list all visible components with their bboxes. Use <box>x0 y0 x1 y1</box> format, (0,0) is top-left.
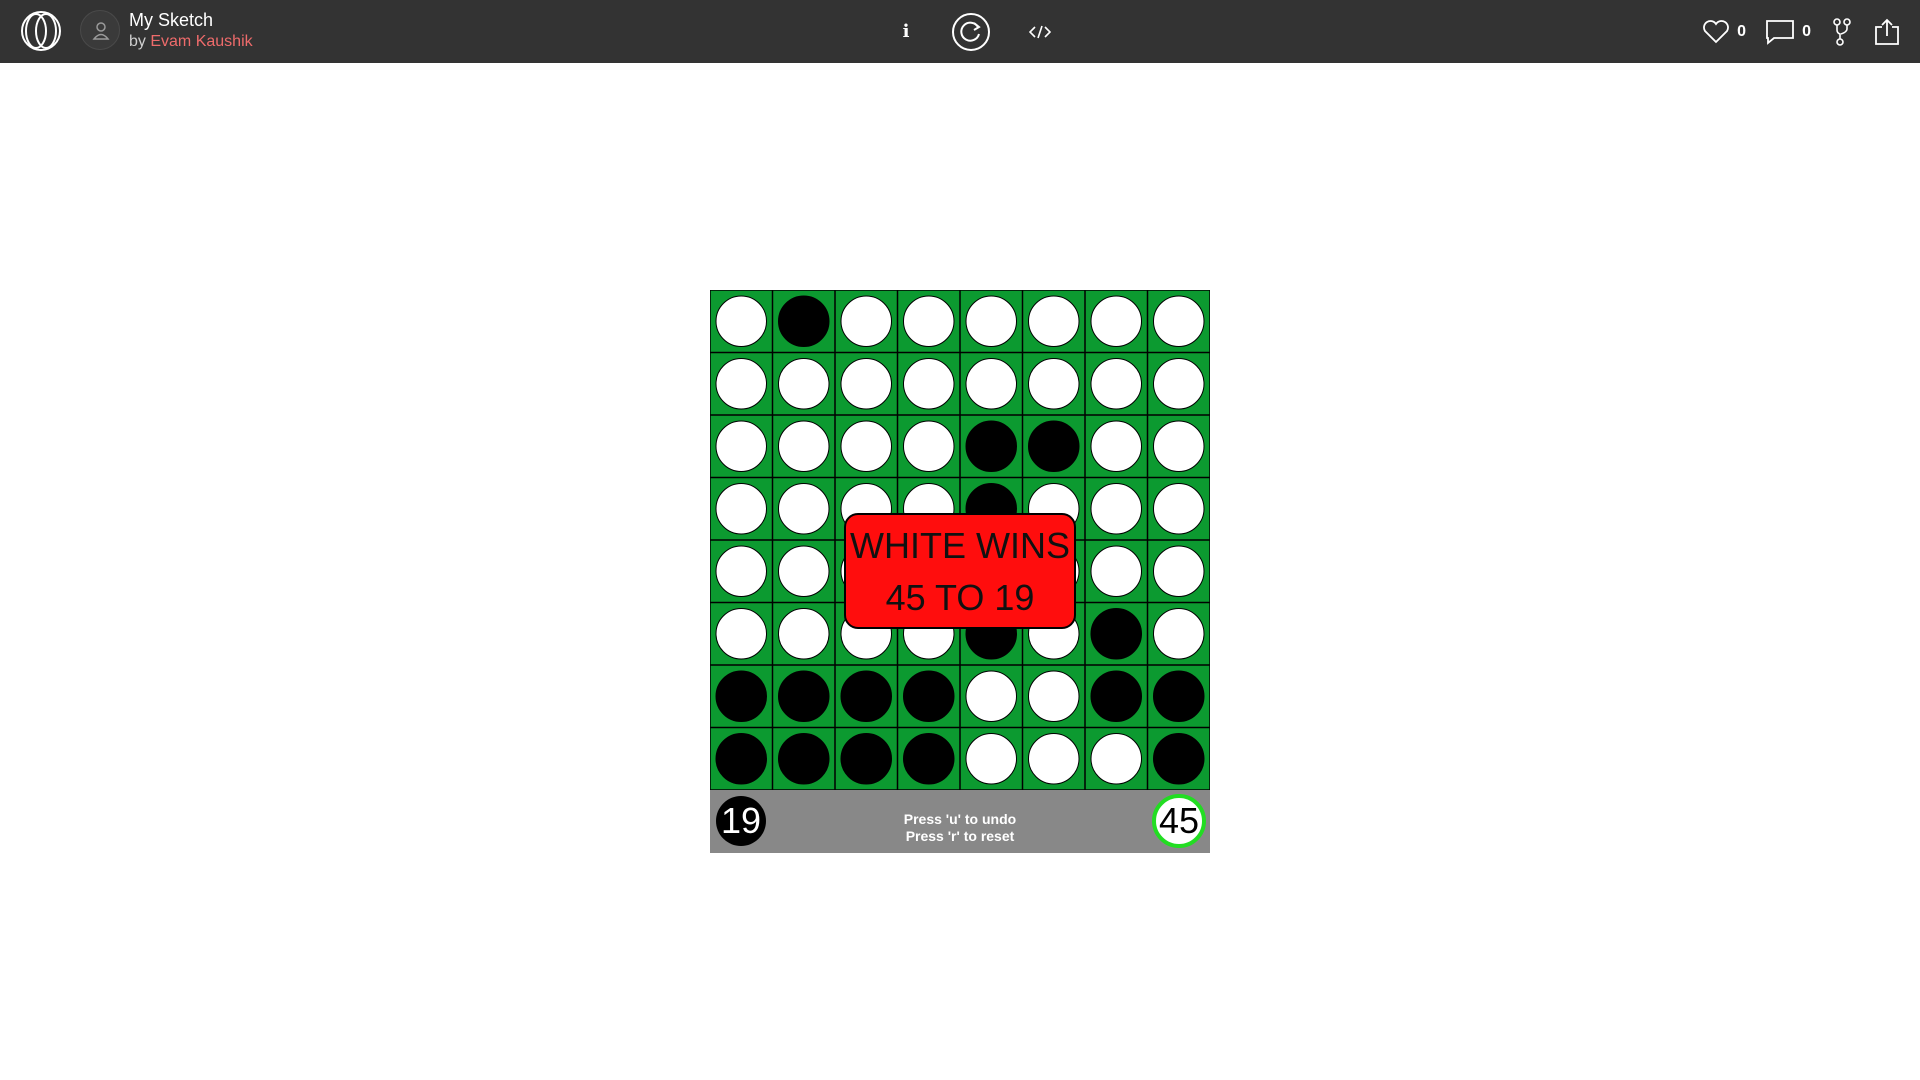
comment-icon <box>1766 19 1794 45</box>
white-disc[interactable] <box>1153 545 1205 597</box>
undo-hint: Press 'u' to undo <box>903 811 1017 827</box>
black-disc[interactable] <box>778 295 830 347</box>
white-disc[interactable] <box>840 295 892 347</box>
white-disc[interactable] <box>1090 483 1142 535</box>
black-disc[interactable] <box>778 733 830 785</box>
white-disc[interactable] <box>965 295 1017 347</box>
code-button[interactable] <box>1018 0 1062 63</box>
white-disc[interactable] <box>1153 608 1205 660</box>
status-bar: 19 Press 'u' to undo Press 'r' to reset … <box>710 790 1210 853</box>
like-count: 0 <box>1737 22 1746 40</box>
white-disc[interactable] <box>715 295 767 347</box>
white-disc[interactable] <box>965 358 1017 410</box>
white-disc[interactable] <box>903 358 955 410</box>
black-disc[interactable] <box>715 670 767 722</box>
code-icon <box>1029 25 1051 38</box>
white-disc[interactable] <box>965 670 1017 722</box>
byline: by Evam Kaushik <box>129 31 253 52</box>
restart-button[interactable] <box>946 0 996 63</box>
white-disc[interactable] <box>1028 358 1080 410</box>
reset-hint: Press 'r' to reset <box>905 828 1015 844</box>
restart-icon <box>952 12 990 51</box>
black-disc[interactable] <box>1028 420 1080 472</box>
white-disc[interactable] <box>965 733 1017 785</box>
fork-icon <box>1833 17 1851 46</box>
white-disc[interactable] <box>1090 545 1142 597</box>
black-disc[interactable] <box>1090 608 1142 660</box>
black-disc[interactable] <box>840 670 892 722</box>
white-disc[interactable] <box>1028 733 1080 785</box>
comment-button[interactable]: 0 <box>1765 0 1811 63</box>
white-disc[interactable] <box>1028 295 1080 347</box>
white-disc[interactable] <box>1153 358 1205 410</box>
white-disc[interactable] <box>715 545 767 597</box>
black-disc[interactable] <box>778 670 830 722</box>
black-disc[interactable] <box>1153 670 1205 722</box>
final-score: 45 TO 19 <box>885 577 1035 618</box>
white-disc[interactable] <box>778 420 830 472</box>
heart-icon <box>1703 19 1729 43</box>
white-score: 45 <box>1152 794 1206 848</box>
white-disc[interactable] <box>778 545 830 597</box>
black-disc[interactable] <box>903 670 955 722</box>
white-disc[interactable] <box>1090 420 1142 472</box>
black-disc[interactable] <box>840 733 892 785</box>
white-disc[interactable] <box>778 608 830 660</box>
win-message: WHITE WINS 45 TO 19 <box>844 513 1076 629</box>
black-disc[interactable] <box>715 733 767 785</box>
black-disc[interactable] <box>965 420 1017 472</box>
white-disc[interactable] <box>840 420 892 472</box>
white-disc[interactable] <box>715 420 767 472</box>
key-hints: Press 'u' to undo Press 'r' to reset <box>860 811 1060 845</box>
win-title: WHITE WINS <box>850 525 1070 566</box>
white-disc[interactable] <box>1153 295 1205 347</box>
avatar[interactable] <box>80 10 120 50</box>
white-disc[interactable] <box>715 358 767 410</box>
comment-count: 0 <box>1802 22 1811 40</box>
openprocessing-logo-icon[interactable] <box>18 9 64 53</box>
othello-game[interactable]: 19 Press 'u' to undo Press 'r' to reset … <box>710 290 1210 853</box>
white-disc[interactable] <box>715 483 767 535</box>
black-score: 19 <box>716 796 766 846</box>
white-disc[interactable] <box>840 358 892 410</box>
share-button[interactable] <box>1874 0 1900 63</box>
share-icon <box>1875 18 1899 45</box>
white-disc[interactable] <box>778 483 830 535</box>
by-prefix: by <box>129 33 146 50</box>
white-disc[interactable] <box>1090 295 1142 347</box>
author-link[interactable]: Evam Kaushik <box>150 33 252 50</box>
black-disc[interactable] <box>1090 670 1142 722</box>
white-disc[interactable] <box>778 358 830 410</box>
black-disc[interactable] <box>903 733 955 785</box>
white-disc[interactable] <box>903 420 955 472</box>
white-disc[interactable] <box>1090 358 1142 410</box>
white-disc[interactable] <box>903 295 955 347</box>
fork-button[interactable] <box>1832 0 1852 63</box>
info-button[interactable]: i <box>888 0 924 63</box>
white-disc[interactable] <box>1090 733 1142 785</box>
sketch-info: My Sketch by Evam Kaushik <box>129 10 253 52</box>
user-icon <box>92 22 110 40</box>
like-button[interactable]: 0 <box>1702 0 1746 63</box>
black-disc[interactable] <box>1153 733 1205 785</box>
top-bar: My Sketch by Evam Kaushik i 0 0 <box>0 0 1920 63</box>
white-disc[interactable] <box>1153 483 1205 535</box>
white-disc[interactable] <box>1153 420 1205 472</box>
sketch-title: My Sketch <box>129 10 214 30</box>
white-disc[interactable] <box>1028 670 1080 722</box>
white-disc[interactable] <box>715 608 767 660</box>
